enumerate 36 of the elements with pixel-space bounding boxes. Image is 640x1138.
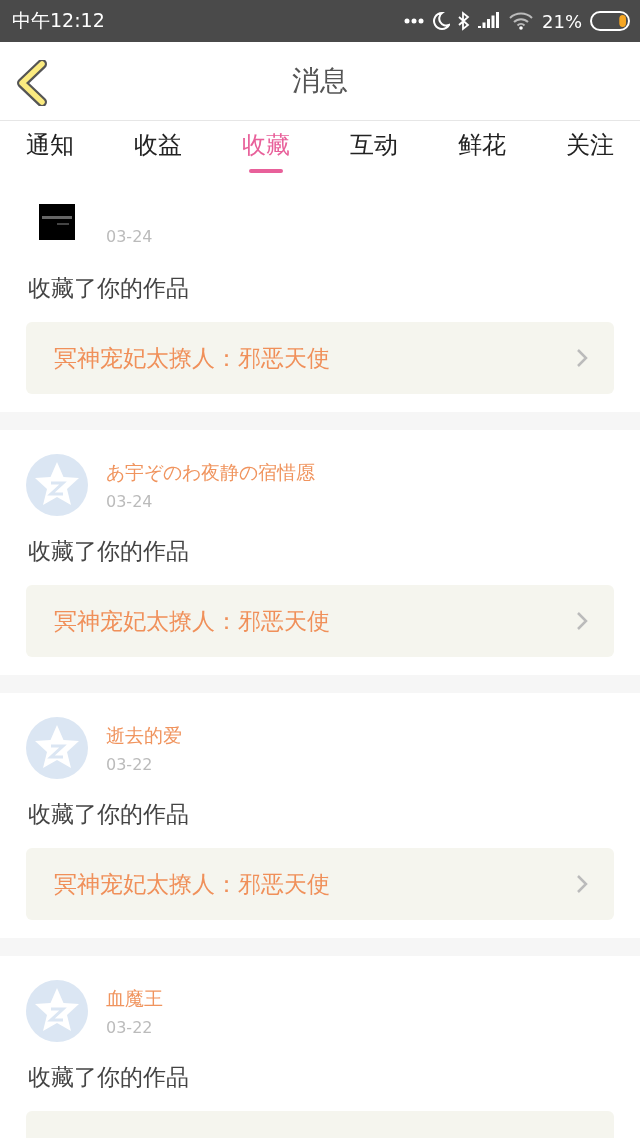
- work-card[interactable]: 冥神宠妃太撩人：邪恶天使: [26, 585, 614, 657]
- battery-percent: 21%: [542, 10, 582, 32]
- work-card[interactable]: 冥神宠妃太撩人：邪恶天使: [26, 322, 614, 394]
- avatar-icon: [26, 717, 88, 779]
- tab[interactable]: 关注: [554, 121, 626, 181]
- more-icon: [404, 18, 424, 24]
- moon-icon: [432, 11, 450, 31]
- action-text: 收藏了你的作品: [28, 1063, 190, 1092]
- user-name[interactable]: あ宇ぞのわ夜静の宿惜愿: [106, 459, 315, 486]
- date: 03-22: [106, 1017, 154, 1037]
- bluetooth-icon: [458, 11, 470, 31]
- avatar-icon: [26, 454, 88, 516]
- status-time: 中午12:12: [12, 8, 106, 33]
- tab[interactable]: 收益: [122, 121, 194, 181]
- action-text: 收藏了你的作品: [28, 800, 190, 829]
- tab[interactable]: 通知: [14, 121, 86, 181]
- action-text: 收藏了你的作品: [28, 537, 190, 566]
- back-button[interactable]: [16, 60, 48, 106]
- tab[interactable]: 收藏: [230, 121, 302, 181]
- chevron-right-icon: [576, 611, 588, 631]
- chevron-right-icon: [576, 874, 588, 894]
- user-name[interactable]: 逝去的爱: [106, 722, 182, 749]
- date: 03-22: [106, 754, 154, 774]
- action-text: 收藏了你的作品: [28, 274, 190, 303]
- chevron-right-icon: [576, 348, 588, 368]
- battery-icon: [590, 11, 630, 31]
- page-title: 消息: [292, 63, 348, 99]
- tab[interactable]: 互动: [338, 121, 410, 181]
- avatar-icon: [26, 980, 88, 1042]
- user-name[interactable]: 血魔王: [106, 985, 163, 1012]
- wifi-icon: [508, 12, 534, 30]
- work-card[interactable]: 冥神宠妃太撩人：邪恶天使: [26, 848, 614, 920]
- signal-icon: [478, 12, 500, 30]
- date: 03-24: [106, 226, 153, 246]
- tab[interactable]: 鲜花: [446, 121, 518, 181]
- date: 03-24: [106, 491, 154, 511]
